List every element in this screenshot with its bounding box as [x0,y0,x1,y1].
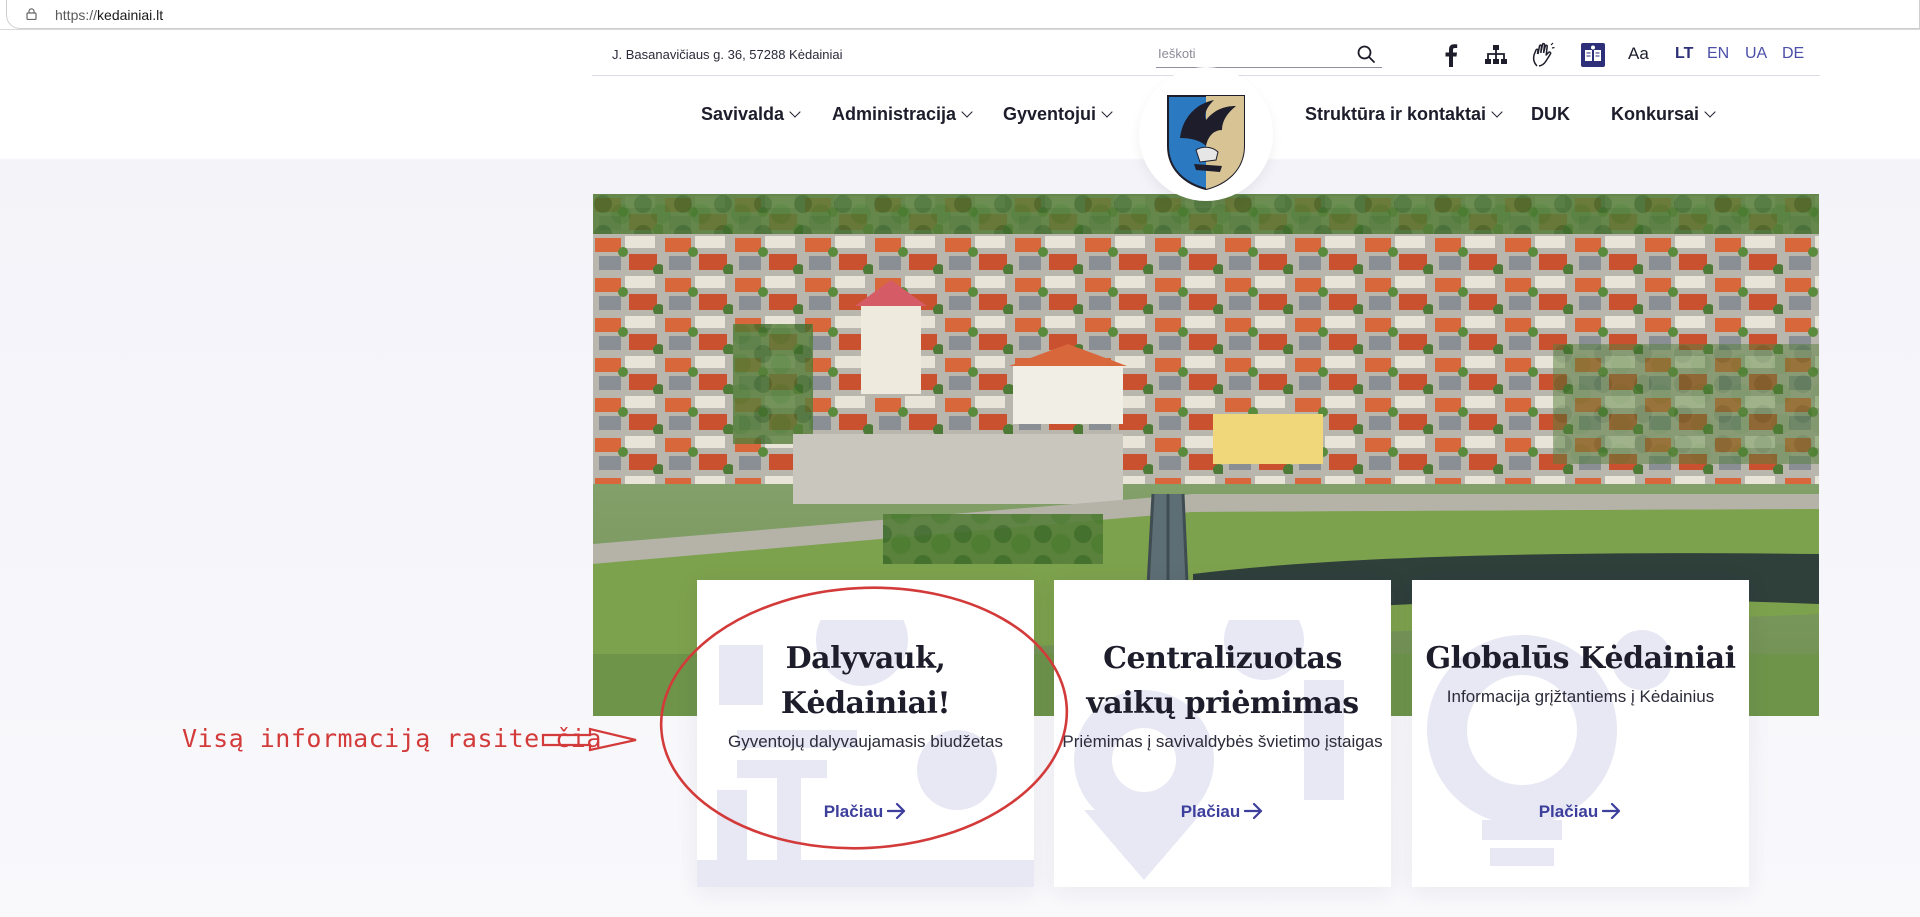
card-subtitle: Gyventojų dalyvaujamasis biudžetas [728,732,1003,751]
url-field[interactable] [6,0,1920,29]
url-host: kedainiai.lt [97,7,164,23]
url-prefix: https:// [55,7,98,23]
card-dalyvauk-kedainiai[interactable]: Dalyvauk, Kėdainiai! Gyventojų dalyvauja… [697,580,1034,887]
sign-language-icon[interactable] [1530,42,1556,68]
nav-gyventojui[interactable]: Gyventojui [1003,104,1113,125]
lock-icon [26,8,37,20]
card-centralizuotas-vaiku-priemimas[interactable]: Centralizuotas vaikų priėmimas Priėmimas… [1054,580,1391,887]
card-subtitle: Priėmimas į savivaldybės švietimo įstaig… [1062,732,1383,751]
url-text[interactable]: https://kedainiai.lt [55,7,163,23]
chevron-down-icon [1101,106,1113,118]
lang-ua[interactable]: UA [1745,45,1767,63]
chevron-down-icon [789,106,801,118]
chevron-down-icon [961,106,973,118]
sitemap-icon[interactable] [1483,42,1509,68]
nav-duk[interactable]: DUK [1531,104,1570,125]
read-more-link[interactable]: Plačiau [1412,802,1749,822]
arrow-right-icon [887,802,906,820]
nav-label: Savivalda [701,104,785,124]
card-subtitle: Informacija grįžtantiems į Kėdainius [1446,687,1715,706]
search-box [1156,40,1382,68]
nav-label: Struktūra ir kontaktai [1305,104,1487,124]
arrow-right-icon [1602,802,1621,820]
lang-lt[interactable]: LT [1675,45,1693,63]
search-icon[interactable] [1356,44,1376,64]
chevron-down-icon [1491,106,1503,118]
read-more-label: Plačiau [1180,802,1241,821]
easy-read-icon[interactable] [1580,42,1606,68]
facebook-icon[interactable] [1438,42,1464,68]
card-title: Globalūs Kėdainiai [1425,641,1737,676]
nav-struktura-ir-kontaktai[interactable]: Struktūra ir kontaktai [1305,104,1503,125]
chevron-down-icon [1704,106,1716,118]
card-title: Centralizuotas vaikų priėmimas [1086,641,1359,721]
read-more-label: Plačiau [823,802,884,821]
page: https://kedainiai.lt J. Basanavičiaus g.… [0,0,1920,917]
font-size-toggle[interactable]: Aa [1628,44,1649,64]
browser-address-bar: https://kedainiai.lt [0,0,1920,30]
office-address: J. Basanavičiaus g. 36, 57288 Kėdainiai [612,47,843,62]
search-input[interactable] [1156,40,1346,66]
nav-konkursai[interactable]: Konkursai [1611,104,1716,125]
lang-en[interactable]: EN [1707,45,1729,63]
arrow-right-icon [1244,802,1263,820]
nav-label: Administracija [832,104,957,124]
read-more-link[interactable]: Plačiau [697,802,1034,822]
card-title: Dalyvauk, Kėdainiai! [780,641,951,721]
read-more-label: Plačiau [1538,802,1599,821]
nav-savivalda[interactable]: Savivalda [701,104,801,125]
read-more-link[interactable]: Plačiau [1054,802,1391,822]
lang-de[interactable]: DE [1782,45,1804,63]
nav-label: Gyventojui [1003,104,1097,124]
coat-of-arms-logo[interactable] [1166,94,1246,190]
nav-administracija[interactable]: Administracija [832,104,973,125]
annotation-text: Visą informaciją rasite čia [182,724,602,753]
nav-label: Konkursai [1611,104,1700,124]
card-globalus-kedainiai[interactable]: Globalūs Kėdainiai Informacija grįžtanti… [1412,580,1749,887]
nav-label: DUK [1531,104,1570,124]
